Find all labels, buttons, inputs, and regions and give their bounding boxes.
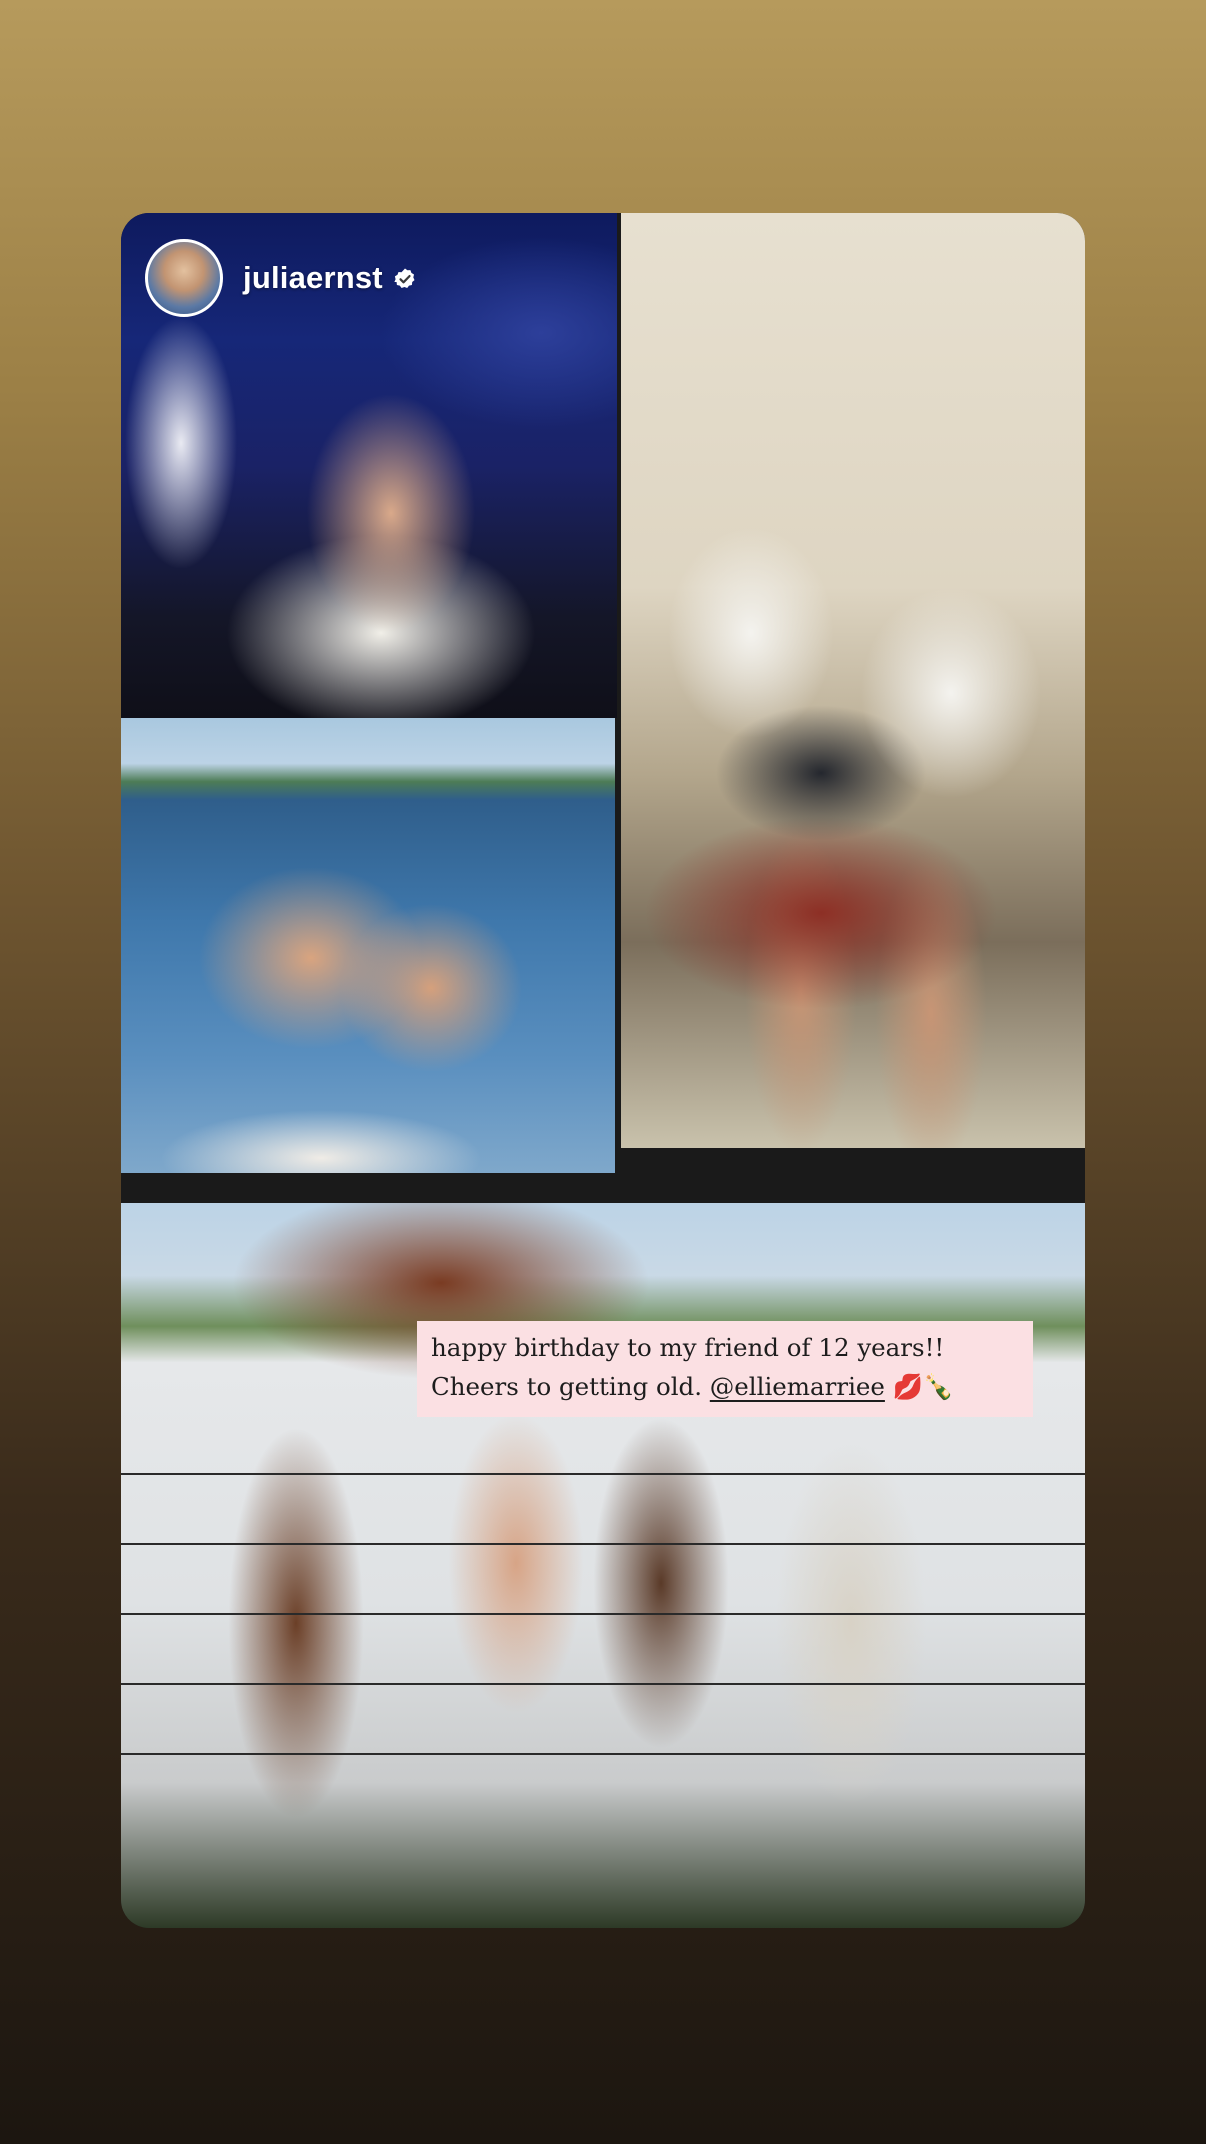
fence-rail (121, 1753, 1085, 1755)
fence-rail (121, 1473, 1085, 1475)
fence-rail (121, 1543, 1085, 1545)
caption-line-2: Cheers to getting old. @elliemarriee 💋🍾 (431, 1367, 1033, 1406)
mention-link[interactable]: @elliemarriee (710, 1372, 885, 1401)
author-username[interactable]: juliaernst (243, 260, 383, 296)
story-collage[interactable]: juliaernst happy birthday to my friend o… (121, 213, 1085, 1928)
caption-line-1: happy birthday to my friend of 12 years!… (431, 1333, 945, 1362)
childhood-photo (621, 213, 1085, 1148)
fence-rail (121, 1613, 1085, 1615)
story-author[interactable]: juliaernst (145, 239, 417, 317)
story-caption: happy birthday to my friend of 12 years!… (417, 1321, 1033, 1417)
story-screen: { "story": { "author": { "username": "ju… (0, 0, 1206, 2144)
author-avatar[interactable] (145, 239, 223, 317)
festival-group-photo (121, 1203, 1085, 1928)
caption-text: Cheers to getting old. (431, 1372, 702, 1401)
caption-emojis: 💋🍾 (892, 1372, 954, 1401)
lake-boat-photo (121, 718, 615, 1173)
fence-rail (121, 1683, 1085, 1685)
verified-badge-icon (394, 268, 415, 288)
